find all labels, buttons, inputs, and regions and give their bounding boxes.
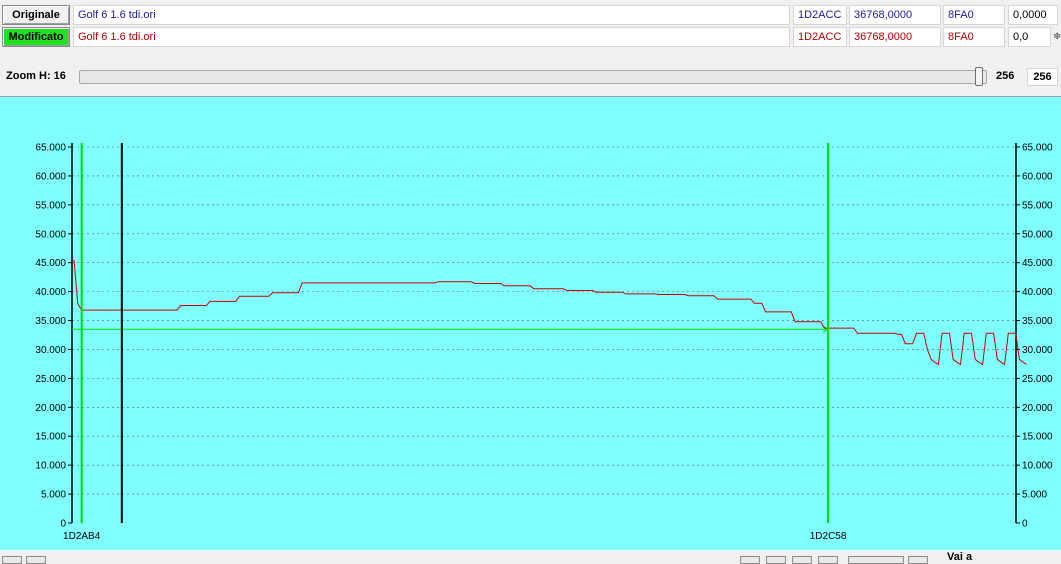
y-tick-label-left: 35.000 (35, 316, 66, 327)
y-tick-label-left: 0 (60, 519, 66, 530)
zoom-slider-thumb[interactable] (975, 67, 983, 86)
originale-button[interactable]: Originale (2, 5, 70, 25)
bottom-button-8[interactable] (908, 556, 928, 564)
series-line (73, 259, 1027, 366)
y-tick-label-right: 20.000 (1022, 403, 1053, 414)
bottom-button-4[interactable] (766, 556, 786, 564)
y-tick-label-left: 15.000 (35, 432, 66, 443)
bottom-button-6[interactable] (818, 556, 838, 564)
x-end-label: 1D2C58 (810, 531, 847, 542)
y-tick-label-left: 20.000 (35, 403, 66, 414)
y-tick-label-left: 60.000 (35, 171, 66, 182)
y-tick-label-right: 25.000 (1022, 374, 1053, 385)
y-tick-label-left: 30.000 (35, 345, 66, 356)
y-tick-label-left: 40.000 (35, 287, 66, 298)
bottom-button-7[interactable] (848, 556, 904, 564)
y-tick-label-right: 40.000 (1022, 287, 1053, 298)
y-tick-label-right: 60.000 (1022, 171, 1053, 182)
goto-label: Vai a (947, 551, 973, 563)
zoom-input[interactable]: 256 (1027, 68, 1058, 86)
line-chart[interactable]: 0 0 5.000 5.000 10.000 10.000 15.000 15.000 20.0… (0, 97, 1061, 551)
x-start-label: 1D2AB4 (63, 531, 101, 542)
y-tick-label-right: 55.000 (1022, 200, 1053, 211)
zoom-value: 256 (996, 70, 1015, 82)
originale-extra-field[interactable]: 0,0000 (1008, 5, 1058, 25)
modificato-address-field[interactable]: 1D2ACC (793, 27, 847, 47)
y-tick-label-left: 55.000 (35, 200, 66, 211)
y-tick-label-right: 10.000 (1022, 461, 1053, 472)
y-tick-label-right: 5.000 (1022, 490, 1047, 501)
y-tick-label-left: 65.000 (35, 143, 66, 154)
modificato-filename-field[interactable]: Golf 6 1.6 tdi.ori (73, 27, 790, 47)
originale-hex-field[interactable]: 8FA0 (943, 5, 1005, 25)
y-tick-label-right: 45.000 (1022, 258, 1053, 269)
y-tick-label-right: 50.000 (1022, 229, 1053, 240)
y-tick-label-left: 45.000 (35, 258, 66, 269)
zoom-slider[interactable] (79, 70, 987, 84)
zoom-label: Zoom H: 16 (6, 70, 66, 82)
y-tick-label-left: 5.000 (41, 490, 66, 501)
originale-filename-field[interactable]: Golf 6 1.6 tdi.ori (73, 5, 790, 25)
modificato-extra-field[interactable]: 0,0 (1008, 27, 1051, 47)
bottom-button-1[interactable] (2, 556, 22, 564)
y-tick-label-left: 10.000 (35, 461, 66, 472)
originale-address-field[interactable]: 1D2ACC (793, 5, 847, 25)
y-tick-label-right: 30.000 (1022, 345, 1053, 356)
bottom-button-3[interactable] (740, 556, 760, 564)
modificato-button[interactable]: Modificato (2, 27, 70, 47)
originale-value-field[interactable]: 36768,0000 (849, 5, 941, 25)
chart-panel[interactable]: 0 0 5.000 5.000 10.000 10.000 15.000 15.000 20.0… (0, 96, 1061, 550)
modificato-value-field[interactable]: 36768,0000 (849, 27, 941, 47)
modificato-hex-field[interactable]: 8FA0 (943, 27, 1005, 47)
y-tick-label-right: 15.000 (1022, 432, 1053, 443)
spin-arrows-icon[interactable]: ≑ (1053, 31, 1061, 42)
y-tick-label-left: 50.000 (35, 229, 66, 240)
y-tick-label-left: 25.000 (35, 374, 66, 385)
y-tick-label-right: 35.000 (1022, 316, 1053, 327)
bottom-button-2[interactable] (26, 556, 46, 564)
bottom-button-5[interactable] (792, 556, 812, 564)
y-tick-label-right: 0 (1022, 519, 1028, 530)
y-tick-label-right: 65.000 (1022, 143, 1053, 154)
